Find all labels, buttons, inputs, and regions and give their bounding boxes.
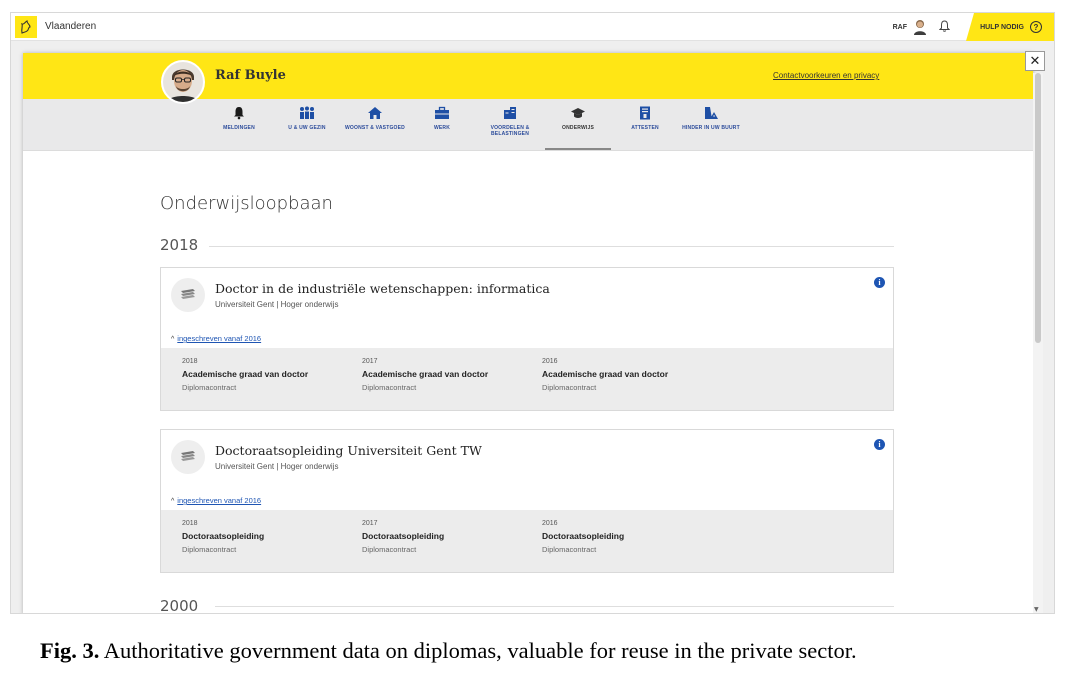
detail-column: 2017 Doctoraatsopleiding Diplomacontract bbox=[362, 520, 532, 554]
year-heading: 2018 bbox=[160, 236, 199, 254]
year-heading: 2000 bbox=[160, 597, 199, 614]
card-detail-panel: 2018 Doctoraatsopleiding Diplomacontract… bbox=[161, 510, 893, 572]
contact-preferences-link[interactable]: Contactvoorkeuren en privacy bbox=[773, 71, 879, 80]
graduation-cap-icon bbox=[570, 106, 586, 120]
screenshot-frame: Vlaanderen RAF HULP NODIG ? Raf Buyle Co… bbox=[10, 12, 1055, 614]
close-icon: ✕ bbox=[1029, 53, 1041, 69]
help-button[interactable]: HULP NODIG ? bbox=[966, 13, 1054, 41]
user-avatar-icon[interactable] bbox=[913, 19, 927, 35]
detail-title: Doctoraatsopleiding bbox=[362, 531, 445, 541]
detail-column: 2018 Doctoraatsopleiding Diplomacontract bbox=[182, 520, 352, 554]
vlaanderen-lion-logo-icon[interactable] bbox=[15, 15, 37, 38]
card-title: Doctoraatsopleiding Universiteit Gent TW bbox=[215, 443, 482, 458]
detail-type: Diplomacontract bbox=[542, 545, 597, 554]
nav-item-hinder[interactable]: HINDER IN UW BUURT bbox=[679, 106, 743, 131]
detail-column: 2016 Doctoraatsopleiding Diplomacontract bbox=[542, 520, 712, 554]
enrollment-toggle[interactable]: ^ ingeschreven vanaf 2016 bbox=[171, 496, 261, 505]
nav-label: U & UW GEZIN bbox=[288, 125, 326, 131]
family-icon bbox=[299, 106, 315, 120]
detail-title: Doctoraatsopleiding bbox=[182, 531, 265, 541]
detail-title: Academische graad van doctor bbox=[542, 369, 669, 379]
nav-item-meldingen[interactable]: MELDINGEN bbox=[207, 106, 271, 131]
roadwork-icon bbox=[703, 106, 719, 120]
nav-label: WOONST & VASTGOED bbox=[345, 125, 405, 131]
house-icon bbox=[367, 106, 383, 120]
education-card: Doctor in de industriële wetenschappen: … bbox=[160, 267, 894, 411]
detail-type: Diplomacontract bbox=[182, 383, 237, 392]
certificate-icon bbox=[637, 106, 653, 120]
figure: Vlaanderen RAF HULP NODIG ? Raf Buyle Co… bbox=[0, 0, 1080, 683]
nav-label: ONDERWIJS bbox=[562, 125, 594, 131]
nav-label: HINDER IN UW BUURT bbox=[682, 125, 740, 131]
card-subtitle: Universiteit Gent | Hoger onderwijs bbox=[215, 300, 339, 309]
detail-column: 2016 Academische graad van doctor Diplom… bbox=[542, 358, 712, 392]
detail-title: Doctoraatsopleiding bbox=[542, 531, 625, 541]
help-question-icon: ? bbox=[1029, 21, 1042, 33]
caption-text: Authoritative government data on diploma… bbox=[99, 638, 857, 663]
detail-type: Diplomacontract bbox=[182, 545, 237, 554]
top-bar-actions: RAF HULP NODIG ? bbox=[893, 13, 1054, 41]
nav-label: MELDINGEN bbox=[223, 125, 255, 131]
bell-icon bbox=[231, 106, 247, 120]
close-button[interactable]: ✕ bbox=[1025, 51, 1045, 71]
chevron-up-icon: ^ bbox=[171, 498, 175, 505]
education-card: Doctoraatsopleiding Universiteit Gent TW… bbox=[160, 429, 894, 573]
benefits-icon bbox=[502, 106, 518, 120]
figure-caption: Fig. 3. Authoritative government data on… bbox=[40, 638, 857, 664]
nav-item-onderwijs[interactable]: ONDERWIJS bbox=[546, 106, 610, 131]
year-divider bbox=[215, 606, 894, 607]
year-divider bbox=[209, 246, 894, 247]
info-icon[interactable]: i bbox=[874, 439, 885, 450]
nav-item-voordelen[interactable]: VOORDELEN & BELASTINGEN bbox=[478, 106, 542, 137]
briefcase-icon bbox=[434, 106, 450, 120]
toggle-label: ingeschreven vanaf 2016 bbox=[177, 334, 262, 343]
nav-label: WERK bbox=[433, 125, 451, 131]
nav-item-werk[interactable]: WERK bbox=[410, 106, 474, 131]
scroll-down-arrow-icon[interactable]: ▼ bbox=[1034, 606, 1039, 613]
detail-column: 2018 Academische graad van doctor Diplom… bbox=[182, 358, 352, 392]
detail-title: Academische graad van doctor bbox=[362, 369, 489, 379]
notifications-bell-icon[interactable] bbox=[938, 19, 951, 35]
detail-year: 2018 bbox=[182, 358, 198, 365]
detail-year: 2017 bbox=[362, 358, 378, 365]
brand-name[interactable]: Vlaanderen bbox=[45, 21, 96, 32]
toggle-label: ingeschreven vanaf 2016 bbox=[177, 496, 262, 505]
info-icon[interactable]: i bbox=[874, 277, 885, 288]
nav-item-gezin[interactable]: U & UW GEZIN bbox=[275, 106, 339, 131]
detail-year: 2016 bbox=[542, 520, 558, 527]
card-title: Doctor in de industriële wetenschappen: … bbox=[215, 281, 550, 296]
detail-year: 2016 bbox=[542, 358, 558, 365]
detail-year: 2018 bbox=[182, 520, 198, 527]
enrollment-toggle[interactable]: ^ ingeschreven vanaf 2016 bbox=[171, 334, 261, 343]
nav-label: VOORDELEN & BELASTINGEN bbox=[490, 125, 530, 137]
category-nav: MELDINGEN U & UW GEZIN WOONST & VASTGOED bbox=[23, 99, 1033, 151]
scrollbar[interactable]: ▼ bbox=[1033, 73, 1043, 613]
nav-item-woonst[interactable]: WOONST & VASTGOED bbox=[343, 106, 407, 131]
nav-item-attesten[interactable]: ATTESTEN bbox=[613, 106, 677, 131]
diploma-icon bbox=[171, 440, 205, 474]
detail-column: 2017 Academische graad van doctor Diplom… bbox=[362, 358, 532, 392]
detail-type: Diplomacontract bbox=[362, 545, 417, 554]
detail-year: 2017 bbox=[362, 520, 378, 527]
user-initials[interactable]: RAF bbox=[893, 24, 907, 31]
card-detail-panel: 2018 Academische graad van doctor Diplom… bbox=[161, 348, 893, 410]
profile-modal: Raf Buyle Contactvoorkeuren en privacy M… bbox=[23, 53, 1033, 614]
scrollbar-thumb[interactable] bbox=[1035, 73, 1041, 343]
chevron-up-icon: ^ bbox=[171, 336, 175, 343]
help-label: HULP NODIG bbox=[980, 23, 1024, 31]
card-subtitle: Universiteit Gent | Hoger onderwijs bbox=[215, 462, 339, 471]
profile-avatar bbox=[161, 60, 205, 104]
nav-label: ATTESTEN bbox=[631, 125, 659, 131]
profile-name: Raf Buyle bbox=[215, 68, 286, 83]
detail-type: Diplomacontract bbox=[542, 383, 597, 392]
active-tab-indicator bbox=[545, 148, 611, 150]
detail-title: Academische graad van doctor bbox=[182, 369, 309, 379]
diploma-icon bbox=[171, 278, 205, 312]
top-bar: Vlaanderen RAF HULP NODIG ? bbox=[11, 13, 1054, 41]
caption-label: Fig. 3. bbox=[40, 638, 100, 663]
page-title: Onderwijsloopbaan bbox=[160, 193, 333, 214]
detail-type: Diplomacontract bbox=[362, 383, 417, 392]
